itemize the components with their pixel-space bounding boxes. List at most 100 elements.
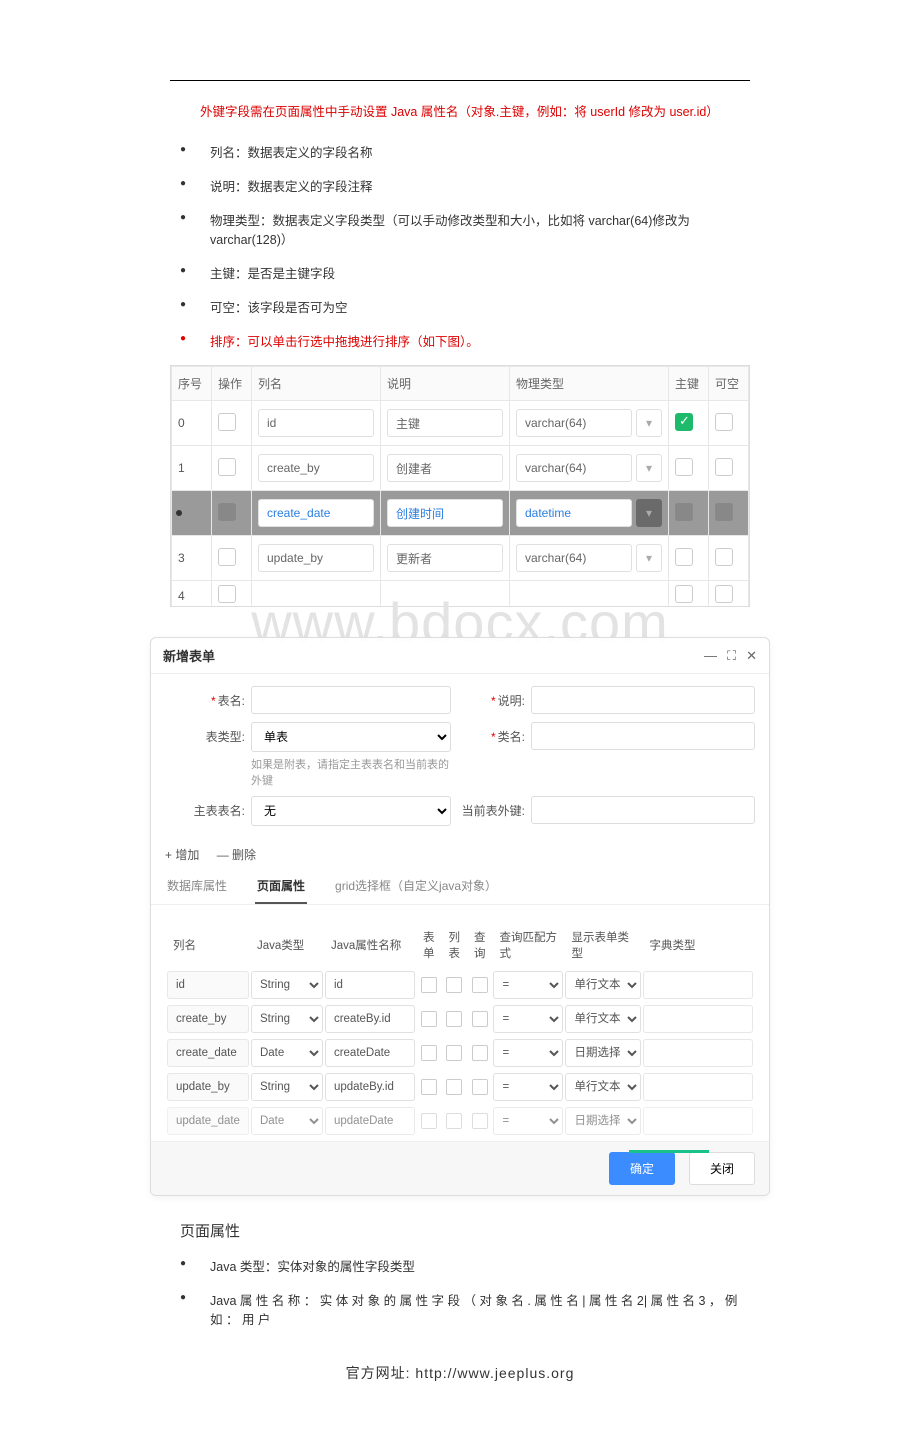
java-prop-input[interactable]: updateBy.id	[325, 1073, 415, 1101]
table-row[interactable]: 3▾	[172, 536, 749, 581]
query-checkbox[interactable]	[472, 1011, 488, 1027]
db-columns-table: 序号 操作 列名 说明 物理类型 主键 可空 0▾1▾▾3▾4	[170, 365, 750, 607]
query-match-select[interactable]: =	[493, 1073, 563, 1101]
minimize-icon[interactable]: —	[704, 648, 717, 663]
form-checkbox[interactable]	[421, 977, 437, 993]
java-type-select[interactable]: String	[251, 1005, 323, 1033]
cell-pk[interactable]	[669, 536, 709, 581]
list-checkbox[interactable]	[446, 1113, 462, 1129]
tab-page-attrs[interactable]: 页面属性	[255, 869, 307, 904]
cell-pk[interactable]	[669, 446, 709, 491]
ptype-input[interactable]	[516, 499, 632, 527]
cell-nul[interactable]	[709, 491, 749, 536]
form-type-select[interactable]: 单行文本	[565, 971, 641, 999]
chevron-down-icon[interactable]: ▾	[636, 454, 662, 482]
query-checkbox[interactable]	[472, 1079, 488, 1095]
dict-type-input[interactable]	[643, 1107, 753, 1135]
col-name-input[interactable]	[258, 499, 374, 527]
query-match-select[interactable]: =	[493, 1039, 563, 1067]
cell-op[interactable]	[212, 536, 252, 581]
close-button[interactable]: 关闭	[689, 1152, 755, 1185]
dict-type-input[interactable]	[643, 1005, 753, 1033]
table-row[interactable]: 1▾	[172, 446, 749, 491]
del-row-button[interactable]: — 删除	[217, 848, 256, 862]
form-checkbox[interactable]	[421, 1011, 437, 1027]
chevron-down-icon[interactable]: ▾	[636, 544, 662, 572]
th-col: 列名	[252, 367, 381, 401]
list-checkbox[interactable]	[446, 1045, 462, 1061]
list-checkbox[interactable]	[446, 1079, 462, 1095]
java-prop-input[interactable]: id	[325, 971, 415, 999]
table-row[interactable]: 0▾	[172, 401, 749, 446]
class-name-input[interactable]	[531, 722, 755, 750]
footer-url: 官方网址: http://www.jeeplus.org	[170, 1363, 750, 1383]
java-type-select[interactable]: Date	[251, 1107, 323, 1135]
add-row-button[interactable]: + 增加	[165, 848, 199, 862]
cell-nul[interactable]	[709, 401, 749, 446]
field-definition-list: 列名：数据表定义的字段名称说明：数据表定义的字段注释物理类型：数据表定义字段类型…	[170, 142, 750, 350]
form-type-select[interactable]: 日期选择	[565, 1039, 641, 1067]
label-class-name: 类名:	[498, 730, 525, 744]
cell-pk[interactable]	[669, 491, 709, 536]
query-checkbox[interactable]	[472, 977, 488, 993]
dict-type-input[interactable]	[643, 1073, 753, 1101]
ok-button[interactable]: 确定	[609, 1152, 675, 1185]
tab-grid-select[interactable]: grid选择框（自定义java对象）	[333, 869, 499, 904]
ptype-input[interactable]	[516, 454, 632, 482]
chevron-down-icon[interactable]: ▾	[636, 499, 662, 527]
form-checkbox[interactable]	[421, 1045, 437, 1061]
chevron-down-icon[interactable]: ▾	[636, 409, 662, 437]
table-type-select[interactable]: 单表	[251, 722, 451, 752]
new-form-dialog: 新增表单 — ⛶ ✕ *表名: *说明: 表类型: 单表 如果是附表，请指定主表…	[150, 637, 770, 1196]
java-prop-input[interactable]: createBy.id	[325, 1005, 415, 1033]
list-checkbox[interactable]	[446, 977, 462, 993]
form-checkbox[interactable]	[421, 1113, 437, 1129]
cell-pk[interactable]	[669, 401, 709, 446]
java-type-select[interactable]: Date	[251, 1039, 323, 1067]
fk-input[interactable]	[531, 796, 755, 824]
form-type-select[interactable]: 日期选择	[565, 1107, 641, 1135]
table-row[interactable]: ▾	[172, 491, 749, 536]
close-icon[interactable]: ✕	[746, 648, 757, 664]
query-match-select[interactable]: =	[493, 1107, 563, 1135]
col-desc-input[interactable]	[387, 544, 503, 572]
cell-nul[interactable]	[709, 446, 749, 491]
java-type-select[interactable]: String	[251, 971, 323, 999]
cell-op[interactable]	[212, 491, 252, 536]
desc-input[interactable]	[531, 686, 755, 714]
col-desc-input[interactable]	[387, 409, 503, 437]
col-name-input[interactable]	[258, 544, 374, 572]
maximize-icon[interactable]: ⛶	[727, 648, 736, 664]
list-item: 可空：该字段是否可为空	[180, 297, 750, 316]
java-prop-input[interactable]: updateDate	[325, 1107, 415, 1135]
t2-th-javatype: Java类型	[251, 925, 323, 965]
tab-db-attrs[interactable]: 数据库属性	[165, 869, 229, 904]
main-table-select[interactable]: 无	[251, 796, 451, 826]
t2-th-col: 列名	[167, 925, 249, 965]
form-type-select[interactable]: 单行文本	[565, 1005, 641, 1033]
query-checkbox[interactable]	[472, 1113, 488, 1129]
query-match-select[interactable]: =	[493, 971, 563, 999]
ptype-input[interactable]	[516, 544, 632, 572]
ptype-input[interactable]	[516, 409, 632, 437]
col-name-input[interactable]	[258, 454, 374, 482]
form-type-select[interactable]: 单行文本	[565, 1073, 641, 1101]
java-prop-input[interactable]: createDate	[325, 1039, 415, 1067]
java-type-select[interactable]: String	[251, 1073, 323, 1101]
query-match-select[interactable]: =	[493, 1005, 563, 1033]
table-type-hint: 如果是附表，请指定主表表名和当前表的外键	[251, 756, 451, 788]
table-name-input[interactable]	[251, 686, 451, 714]
col-desc-input[interactable]	[387, 499, 503, 527]
list-checkbox[interactable]	[446, 1011, 462, 1027]
query-checkbox[interactable]	[472, 1045, 488, 1061]
form-checkbox[interactable]	[421, 1079, 437, 1095]
cell-op[interactable]	[212, 401, 252, 446]
page-attrs-definition-list: Java 类型：实体对象的属性字段类型Java 属 性 名 称 ： 实 体 对 …	[170, 1256, 750, 1328]
list-item: Java 属 性 名 称 ： 实 体 对 象 的 属 性 字 段 （ 对 象 名…	[180, 1290, 750, 1328]
dict-type-input[interactable]	[643, 971, 753, 999]
cell-op[interactable]	[212, 446, 252, 491]
col-desc-input[interactable]	[387, 454, 503, 482]
dict-type-input[interactable]	[643, 1039, 753, 1067]
cell-nul[interactable]	[709, 536, 749, 581]
col-name-input[interactable]	[258, 409, 374, 437]
